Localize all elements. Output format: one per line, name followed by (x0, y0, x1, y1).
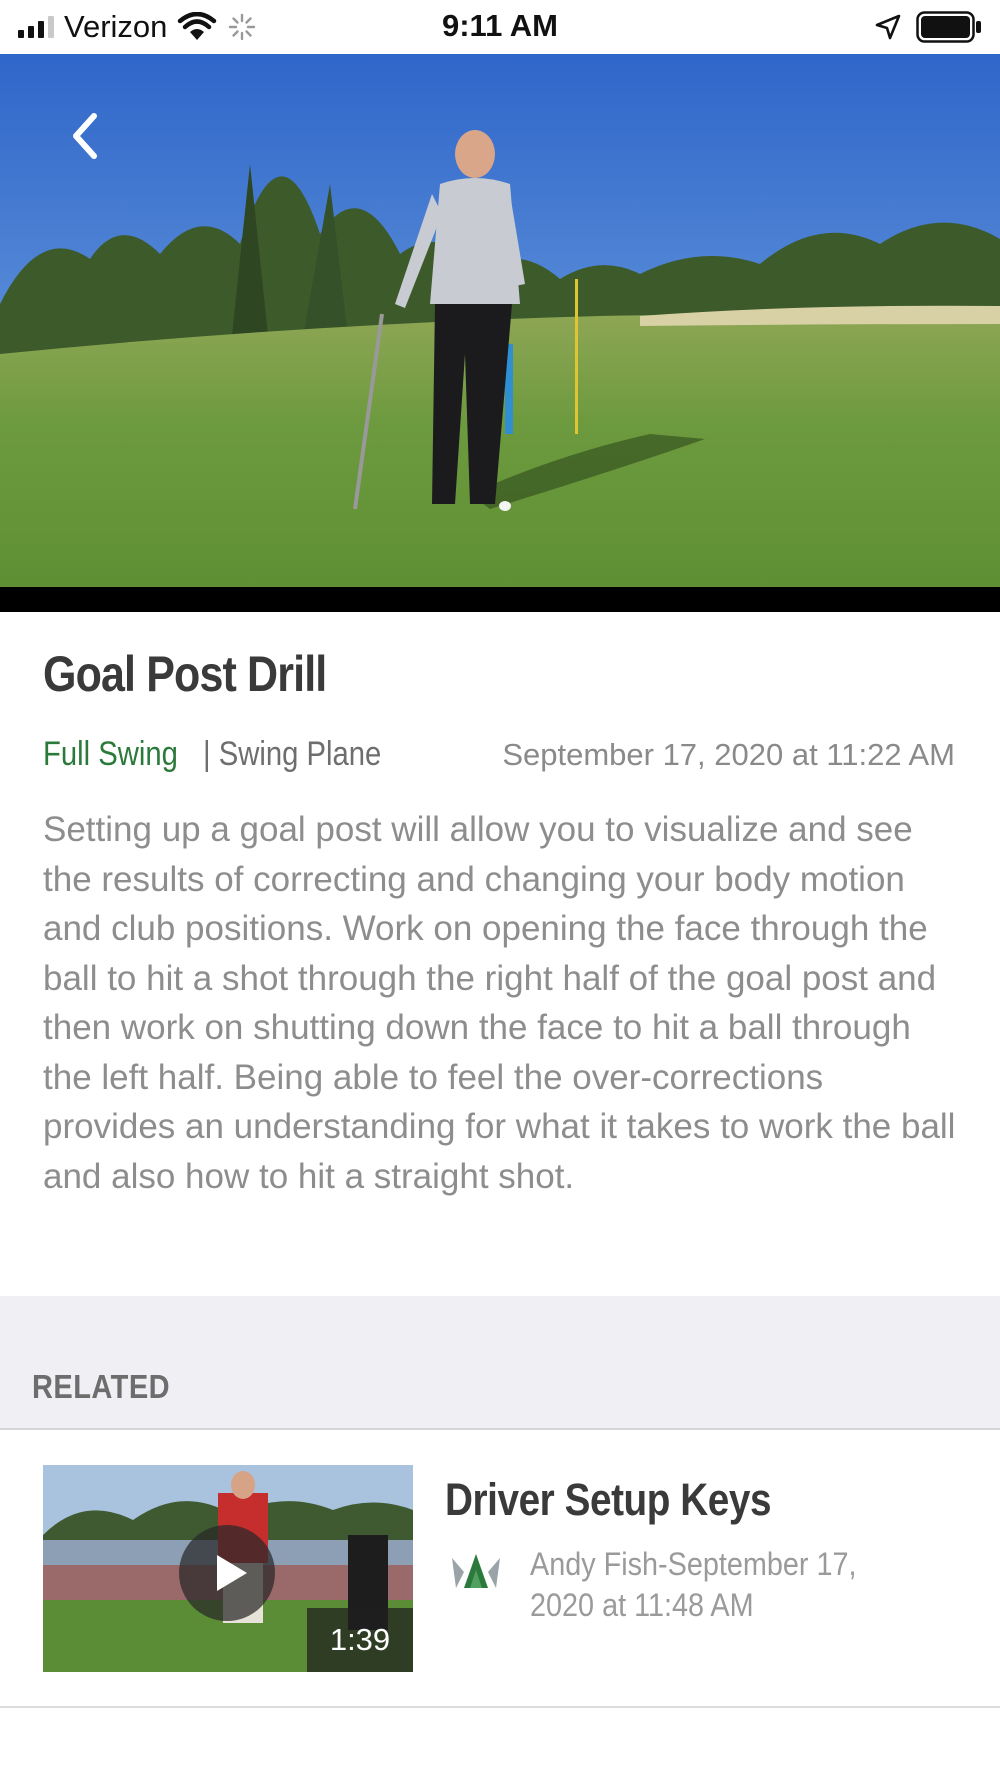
video-player[interactable] (0, 54, 1000, 612)
back-button[interactable] (62, 106, 106, 166)
related-video-meta: Andy Fish-September 17, 2020 at 11:48 AM (530, 1546, 857, 1623)
subcategory-label: | Swing Plane (203, 735, 382, 773)
article-description: Setting up a goal post will allow you to… (43, 810, 956, 1196)
related-label: RELATED (32, 1368, 171, 1405)
location-arrow-icon (875, 14, 901, 40)
article-meta: Full Swing | Swing Plane September 17, 2… (43, 735, 963, 783)
related-video-thumbnail[interactable]: 1:39 (43, 1465, 413, 1672)
article-title: Goal Post Drill (43, 646, 327, 702)
status-bar: Verizon 9:11 AM (0, 0, 1000, 54)
play-icon[interactable] (179, 1525, 275, 1621)
related-video-title[interactable]: Driver Setup Keys (445, 1474, 772, 1526)
category-link[interactable]: Full Swing (43, 735, 178, 774)
status-time: 9:11 AM (441, 8, 558, 43)
video-duration: 1:39 (307, 1608, 413, 1672)
crown-logo-icon (452, 1554, 500, 1588)
status-bar-right (874, 10, 982, 44)
video-letterbox (0, 587, 1000, 612)
video-frame-image (0, 54, 1000, 587)
battery-icon (916, 11, 981, 43)
related-video-item[interactable]: 1:39 Driver Setup Keys Andy Fish-Septemb… (0, 1430, 1000, 1708)
related-header: RELATED (0, 1296, 1000, 1430)
article-date: September 17, 2020 at 11:22 AM (502, 737, 955, 772)
